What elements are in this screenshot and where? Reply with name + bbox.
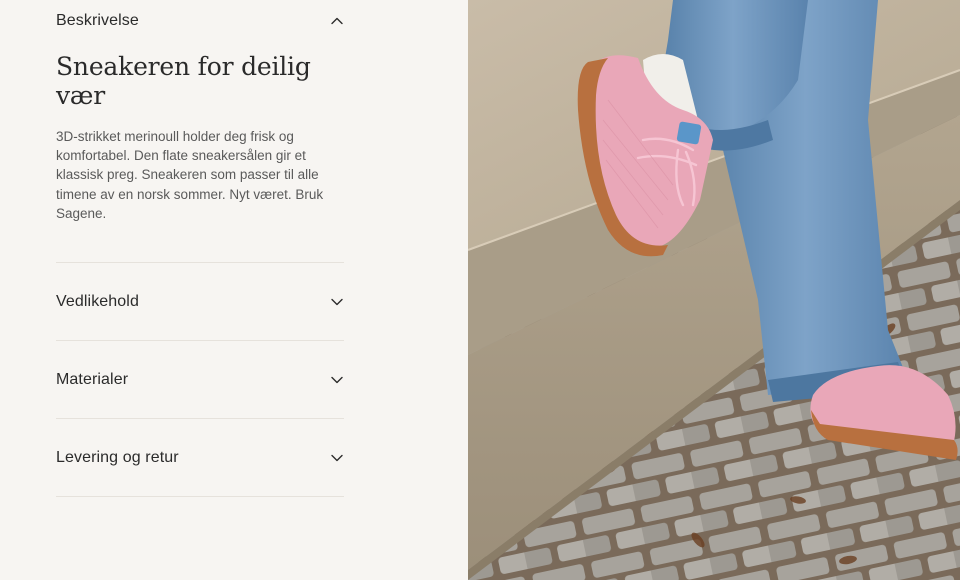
chevron-down-icon[interactable] (330, 451, 344, 465)
product-image (468, 0, 960, 580)
accordion-header-vedlikehold[interactable]: Vedlikehold (56, 263, 344, 340)
accordion-header-materialer[interactable]: Materialer (56, 341, 344, 418)
chevron-down-icon[interactable] (330, 295, 344, 309)
description-text: 3D-strikket merinoull holder deg frisk o… (56, 129, 324, 221)
accordion-label-vedlikehold: Vedlikehold (56, 292, 139, 310)
accordion-label-beskrivelse: Beskrivelse (56, 12, 139, 29)
chevron-up-icon[interactable] (330, 14, 344, 28)
accordion-label-levering-og-retur: Levering og retur (56, 448, 179, 466)
accordion-header-levering-og-retur[interactable]: Levering og retur (56, 419, 344, 496)
product-details-panel: Beskrivelse Sneakeren for deilig vær 3D-… (0, 0, 468, 580)
product-accordion: Beskrivelse Sneakeren for deilig vær 3D-… (56, 0, 344, 498)
product-photo (468, 0, 960, 580)
chevron-down-icon[interactable] (330, 373, 344, 387)
divider (56, 496, 344, 498)
accordion-header-beskrivelse[interactable]: Beskrivelse (56, 0, 344, 42)
accordion-label-materialer: Materialer (56, 370, 129, 388)
description-title: Sneakeren for deilig vær (56, 52, 311, 110)
